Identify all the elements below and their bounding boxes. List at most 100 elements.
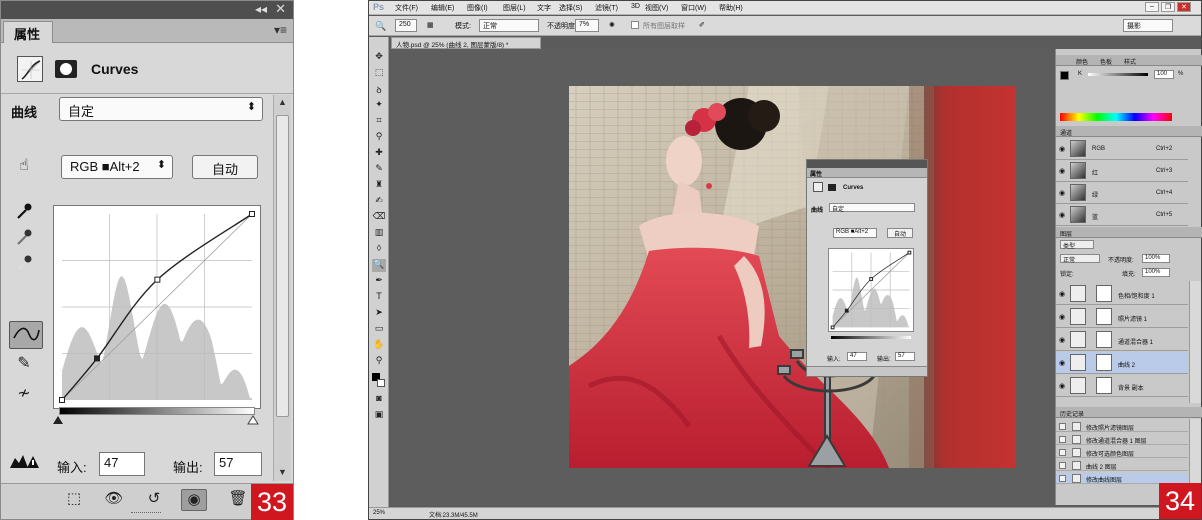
menu-item-window[interactable]: 窗口(W) bbox=[681, 3, 706, 13]
tab-properties[interactable]: 属性 bbox=[3, 21, 53, 43]
visibility-eye-icon[interactable]: ◉ bbox=[181, 489, 207, 511]
history-brush-source-checkbox[interactable] bbox=[1059, 462, 1066, 469]
channel-dropdown[interactable]: RGB ■Alt+2 ⬍ bbox=[61, 155, 173, 179]
layer-row[interactable]: ◉ 背景 副本 bbox=[1056, 375, 1188, 397]
history-brush-source-checkbox[interactable] bbox=[1059, 475, 1066, 482]
collapse-icon[interactable]: ◂◂ bbox=[255, 2, 267, 16]
visibility-eye-icon[interactable]: ◉ bbox=[1059, 336, 1065, 344]
smooth-curve-icon[interactable]: ≁ bbox=[13, 383, 35, 405]
pen-tool-icon[interactable]: ✒ bbox=[372, 275, 386, 288]
eraser-tool-icon[interactable]: ⌫ bbox=[372, 211, 386, 224]
k-value-field[interactable]: 100 bbox=[1154, 70, 1174, 79]
channel-row[interactable]: ◉ 蓝 Ctrl+5 bbox=[1056, 204, 1188, 226]
menu-item-filter[interactable]: 滤镜(T) bbox=[595, 3, 618, 13]
targeted-adjustment-hand-icon[interactable]: ☝ bbox=[13, 155, 35, 177]
layer-row[interactable]: ◉ 通道混合器 1 bbox=[1056, 329, 1188, 351]
float-curves-graph[interactable] bbox=[828, 248, 914, 332]
history-item[interactable]: 修改可选颜色图层 bbox=[1056, 447, 1188, 458]
output-value-field[interactable]: 57 bbox=[214, 452, 262, 476]
history-item[interactable]: 修改照片滤镜图层 bbox=[1056, 421, 1188, 432]
trash-icon[interactable]: 🗑 bbox=[225, 489, 251, 511]
panel-menu-icon[interactable]: ▾≡ bbox=[274, 23, 287, 37]
visibility-eye-icon[interactable]: ◉ bbox=[1059, 313, 1065, 321]
white-point-eyedropper-icon[interactable] bbox=[13, 253, 35, 275]
menu-item-help[interactable]: 帮助(H) bbox=[719, 3, 743, 13]
channel-row[interactable]: ◉ 绿 Ctrl+4 bbox=[1056, 182, 1188, 204]
black-point-eyedropper-icon[interactable] bbox=[13, 201, 35, 223]
gradient-tool-icon[interactable]: ▥ bbox=[372, 227, 386, 240]
layer-mask-icon[interactable] bbox=[55, 60, 77, 78]
move-tool-icon[interactable]: ✥ bbox=[372, 51, 386, 64]
k-slider[interactable] bbox=[1088, 73, 1148, 76]
eyedropper-tool-icon[interactable]: ⚲ bbox=[372, 131, 386, 144]
float-auto-button[interactable]: 自动 bbox=[887, 228, 913, 238]
brush-panel-icon[interactable]: ▦ bbox=[427, 21, 434, 29]
resize-grip[interactable] bbox=[131, 512, 161, 515]
scroll-up-icon[interactable]: ▲ bbox=[278, 97, 287, 107]
history-item[interactable]: 修改通道混合器 1 图层 bbox=[1056, 434, 1188, 445]
visibility-eye-icon[interactable]: ◉ bbox=[1059, 145, 1065, 153]
color-spectrum[interactable] bbox=[1060, 113, 1172, 121]
history-brush-source-checkbox[interactable] bbox=[1059, 436, 1066, 443]
crop-tool-icon[interactable]: ⌗ bbox=[372, 115, 386, 128]
quick-select-tool-icon[interactable]: ✦ bbox=[372, 99, 386, 112]
menu-item-file[interactable]: 文件(F) bbox=[395, 3, 418, 13]
clip-to-layer-icon[interactable]: ⬚ bbox=[61, 489, 87, 511]
channel-row[interactable]: ◉ RGB Ctrl+2 bbox=[1056, 138, 1188, 160]
quick-mask-icon[interactable]: ◙ bbox=[372, 393, 386, 406]
mode-dropdown[interactable]: 正常 bbox=[479, 19, 539, 32]
tab-styles[interactable]: 样式 bbox=[1124, 57, 1136, 66]
brush-tool-icon[interactable]: ✎ bbox=[372, 163, 386, 176]
screen-mode-icon[interactable]: ▣ bbox=[372, 409, 386, 422]
clipping-warning-icon[interactable] bbox=[9, 452, 39, 474]
layer-row[interactable]: ◉ 曲线 2 bbox=[1056, 352, 1188, 374]
float-preset-dropdown[interactable]: 自定 bbox=[829, 203, 915, 213]
pencil-draw-icon[interactable]: ✎ bbox=[13, 353, 35, 375]
shape-tool-icon[interactable]: ▭ bbox=[372, 323, 386, 336]
history-scrollbar[interactable] bbox=[1189, 419, 1201, 489]
float-channel-dropdown[interactable]: RGB ■Alt+2 bbox=[833, 228, 877, 238]
history-brush-icon[interactable]: ✍ bbox=[372, 195, 386, 208]
sample-all-checkbox[interactable] bbox=[631, 21, 639, 29]
curves-graph[interactable] bbox=[53, 205, 261, 409]
stamp-tool-icon[interactable]: ♜ bbox=[372, 179, 386, 192]
menu-item-view[interactable]: 视图(V) bbox=[645, 3, 668, 13]
history-item[interactable]: 曲线 2 图层 bbox=[1056, 460, 1188, 471]
auto-button[interactable]: 自动 bbox=[192, 155, 258, 179]
pressure-icon[interactable]: ✐ bbox=[699, 21, 705, 29]
curve-control-point[interactable] bbox=[249, 211, 255, 217]
marquee-tool-icon[interactable]: ⬚ bbox=[372, 67, 386, 80]
tab-layers[interactable]: 图层 bbox=[1060, 229, 1072, 238]
history-brush-source-checkbox[interactable] bbox=[1059, 449, 1066, 456]
curve-control-point[interactable] bbox=[907, 250, 912, 255]
panel-scrollbar[interactable]: ▲ ▼ bbox=[273, 95, 291, 481]
menu-item-layer[interactable]: 图层(L) bbox=[503, 3, 526, 13]
airbrush-icon[interactable]: ✺ bbox=[609, 21, 615, 29]
menu-item-3d[interactable]: 3D bbox=[631, 3, 640, 10]
layer-row[interactable]: ◉ 照片滤镜 1 bbox=[1056, 306, 1188, 328]
minimize-icon[interactable]: – bbox=[1145, 2, 1159, 12]
brush-size-field[interactable]: 250 bbox=[395, 19, 417, 32]
zoom-tool-icon[interactable]: ⚲ bbox=[372, 355, 386, 368]
float-input-field[interactable]: 47 bbox=[847, 352, 867, 361]
hand-tool-icon[interactable]: ✋ bbox=[372, 339, 386, 352]
channel-row[interactable]: ◉ 红 Ctrl+3 bbox=[1056, 160, 1188, 182]
close-icon[interactable]: ✕ bbox=[275, 1, 286, 17]
visibility-eye-icon[interactable]: ◉ bbox=[1059, 167, 1065, 175]
white-slider-handle[interactable] bbox=[247, 415, 259, 425]
blur-tool-icon[interactable]: ◊ bbox=[372, 243, 386, 256]
blend-mode-dropdown[interactable]: 正常 bbox=[1060, 254, 1100, 264]
scroll-down-icon[interactable]: ▼ bbox=[278, 467, 287, 477]
visibility-eye-icon[interactable]: ◉ bbox=[1059, 382, 1065, 390]
curve-points-mode-icon[interactable] bbox=[9, 321, 43, 349]
menu-item-edit[interactable]: 编辑(E) bbox=[431, 3, 454, 13]
fill-field[interactable]: 100% bbox=[1142, 268, 1170, 277]
visibility-eye-icon[interactable]: ◉ bbox=[1059, 290, 1065, 298]
float-tab-properties[interactable]: 属性 bbox=[810, 169, 822, 178]
opacity-field[interactable]: 7% bbox=[575, 19, 599, 32]
menu-item-image[interactable]: 图像(I) bbox=[467, 3, 488, 13]
curve-control-point[interactable] bbox=[154, 276, 161, 283]
dodge-tool-icon[interactable]: 🔍 bbox=[372, 259, 386, 272]
view-previous-state-icon[interactable]: 👁 bbox=[101, 489, 127, 511]
tab-color[interactable]: 颜色 bbox=[1076, 57, 1088, 66]
